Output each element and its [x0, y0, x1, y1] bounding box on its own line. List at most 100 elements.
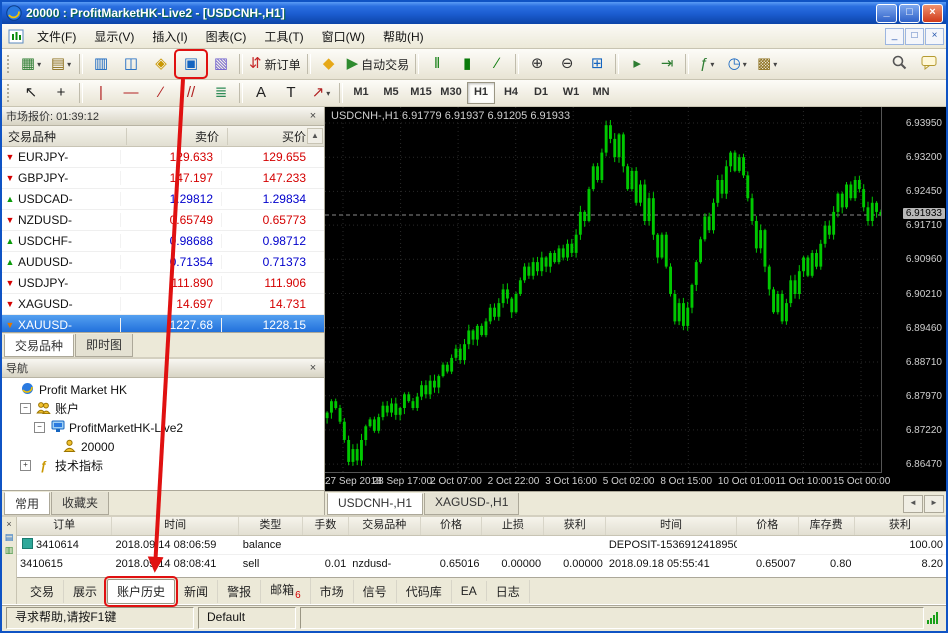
horizontal-line-button[interactable]: — [117, 81, 145, 105]
restore-button[interactable]: □ [899, 4, 920, 23]
market-watch-row-xauusd[interactable]: ▼XAUUSD-1227.681228.15 [2, 315, 324, 332]
tab-exposure[interactable]: 展示 [64, 580, 107, 603]
child-minimize-button[interactable]: _ [885, 28, 904, 45]
chart-canvas[interactable]: USDCNH-,H1 6.91779 6.91937 6.91205 6.919… [325, 107, 946, 491]
timeframe-m5[interactable]: M5 [377, 82, 405, 104]
crosshair-button[interactable]: + [47, 81, 75, 105]
market-watch-row-nzdusd[interactable]: ▼NZDUSD-0.657490.65773 [2, 210, 324, 231]
terminal-column-header[interactable]: 止损 [482, 517, 544, 535]
candlestick-chart-button[interactable]: ▮ [453, 52, 481, 76]
timeframe-mn[interactable]: MN [587, 82, 615, 104]
close-icon[interactable]: × [306, 110, 320, 122]
timeframe-m30[interactable]: M30 [437, 82, 465, 104]
market-watch-row-usdcad[interactable]: ▲USDCAD-1.298121.29834 [2, 189, 324, 210]
strategy-tester-button[interactable]: ▧ [207, 52, 235, 76]
market-watch-row-eurjpy[interactable]: ▼EURJPY-129.633129.655 [2, 147, 324, 168]
terminal-column-header[interactable]: 库存费 [799, 517, 855, 535]
indicators-button[interactable]: ƒ▾ [693, 52, 721, 76]
trendline-button[interactable]: ∕ [147, 81, 175, 105]
chart-tab-usdcnh-h1[interactable]: USDCNH-,H1 [327, 493, 423, 515]
zoom-out-button[interactable]: ⊖ [553, 52, 581, 76]
tab-codebase[interactable]: 代码库 [397, 580, 452, 603]
status-profile[interactable]: Default [198, 607, 296, 629]
tree-expander-icon[interactable]: − [34, 422, 45, 433]
fibonacci-button[interactable]: ≣ [207, 81, 235, 105]
scroll-right-icon[interactable]: ► [924, 495, 944, 513]
zoom-in-button[interactable]: ⊕ [523, 52, 551, 76]
nav-item-live2[interactable]: −ProfitMarketHK-Live2 [2, 418, 324, 437]
timeframe-d1[interactable]: D1 [527, 82, 555, 104]
close-button[interactable]: × [922, 4, 943, 23]
tile-windows-button[interactable]: ⊞ [583, 52, 611, 76]
channel-button[interactable]: // [177, 81, 205, 105]
nav-item-account-20000[interactable]: 20000 [2, 437, 324, 456]
cursor-button[interactable]: ↖ [17, 81, 45, 105]
menu-help[interactable]: 帮助(H) [374, 25, 433, 48]
market-watch-row-gbpjpy[interactable]: ▼GBPJPY-147.197147.233 [2, 168, 324, 189]
chart-tab-xagusd-h1[interactable]: XAGUSD-,H1 [424, 493, 519, 515]
menu-tools[interactable]: 工具(T) [255, 25, 312, 48]
menu-insert[interactable]: 插入(I) [143, 25, 196, 48]
search-icon-button[interactable] [885, 52, 913, 76]
minimize-button[interactable]: _ [876, 4, 897, 23]
tab-mailbox[interactable]: 邮箱6 [261, 578, 311, 603]
menu-charts[interactable]: 图表(C) [197, 25, 256, 48]
terminal-column-header[interactable]: 获利 [544, 517, 606, 535]
auto-scroll-button[interactable]: ▸ [623, 52, 651, 76]
tab-signals[interactable]: 信号 [354, 580, 397, 603]
table-row[interactable]: 34106152018.09.14 08:08:41sell0.01nzdusd… [17, 555, 946, 573]
child-close-button[interactable]: × [925, 28, 944, 45]
terminal-column-header[interactable]: 订单 [17, 517, 112, 535]
profiles-button[interactable]: ▤▾ [47, 52, 75, 76]
tab-trade[interactable]: 交易 [21, 580, 64, 603]
tab-common[interactable]: 常用 [4, 492, 50, 515]
terminal-strip-signal-icon[interactable]: ▥ [5, 545, 14, 558]
line-chart-button[interactable]: ∕ [483, 52, 511, 76]
timeframe-m15[interactable]: M15 [407, 82, 435, 104]
chat-icon-button[interactable] [915, 52, 943, 76]
tab-tick-chart[interactable]: 即时图 [75, 334, 133, 357]
scroll-left-icon[interactable]: ◄ [903, 495, 923, 513]
tab-account-history[interactable]: 账户历史 [107, 579, 175, 604]
market-watch-button[interactable]: ▥ [87, 52, 115, 76]
tab-journal[interactable]: 日志 [487, 580, 530, 603]
nav-item-indicators[interactable]: +ƒ技术指标 [2, 456, 324, 475]
market-watch-row-usdjpy[interactable]: ▼USDJPY-111.890111.906 [2, 273, 324, 294]
chart-shift-button[interactable]: ⇥ [653, 52, 681, 76]
tab-symbols[interactable]: 交易品种 [4, 334, 74, 357]
menu-file[interactable]: 文件(F) [28, 25, 85, 48]
column-bid[interactable]: 卖价 [126, 128, 227, 145]
new-order-button[interactable]: ⇵新订单 [247, 52, 303, 76]
market-watch-row-audusd[interactable]: ▲AUDUSD-0.713540.71373 [2, 252, 324, 273]
scroll-up-icon[interactable]: ▲ [307, 128, 323, 144]
periods-button[interactable]: ◷▾ [723, 52, 751, 76]
terminal-column-header[interactable]: 手数 [303, 517, 349, 535]
titlebar[interactable]: 20000 : ProfitMarketHK-Live2 - [USDCNH-,… [2, 2, 946, 24]
label-button[interactable]: T [277, 81, 305, 105]
nav-item-accounts[interactable]: −账户 [2, 399, 324, 418]
timeframe-w1[interactable]: W1 [557, 82, 585, 104]
terminal-button[interactable]: ▣ [177, 52, 205, 76]
templates-button[interactable]: ▩▾ [753, 52, 781, 76]
column-symbol[interactable]: 交易品种 [2, 128, 126, 145]
vertical-line-button[interactable]: | [87, 81, 115, 105]
navigator-button[interactable]: ◈ [147, 52, 175, 76]
arrow-tools-button[interactable]: ↗▾ [307, 81, 335, 105]
tab-experts[interactable]: EA [452, 581, 487, 601]
metaeditor-button[interactable]: ◆ [315, 52, 343, 76]
tree-expander-icon[interactable]: − [20, 403, 31, 414]
tree-expander-icon[interactable]: + [20, 460, 31, 471]
new-chart-button[interactable]: ▦▾ [17, 52, 45, 76]
tab-favorites[interactable]: 收藏夹 [51, 492, 109, 515]
timeframe-h4[interactable]: H4 [497, 82, 525, 104]
terminal-column-header[interactable]: 价格 [737, 517, 799, 535]
table-row[interactable]: 34106142018.09.14 08:06:59balanceDEPOSIT… [17, 536, 946, 554]
menu-view[interactable]: 显示(V) [85, 25, 143, 48]
terminal-column-header[interactable]: 交易品种 [349, 517, 421, 535]
terminal-column-header[interactable]: 价格 [421, 517, 483, 535]
timeframe-m1[interactable]: M1 [347, 82, 375, 104]
menu-window[interactable]: 窗口(W) [313, 25, 374, 48]
toolbar-grip[interactable] [7, 55, 13, 73]
terminal-column-header[interactable]: 类型 [239, 517, 303, 535]
timeframe-h1[interactable]: H1 [467, 82, 495, 104]
